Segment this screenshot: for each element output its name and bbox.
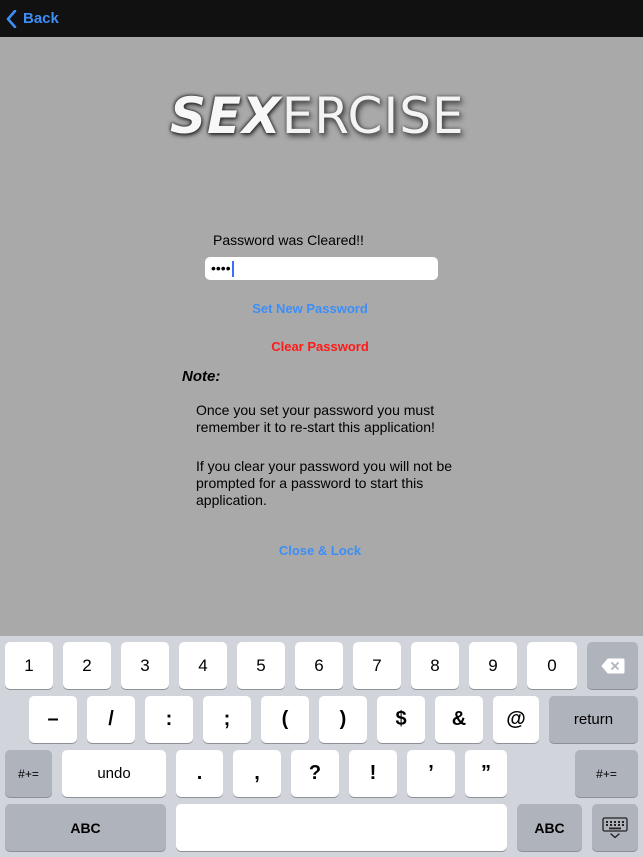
key-0[interactable]: 0	[527, 642, 577, 689]
key-semicolon[interactable]: ;	[203, 696, 251, 743]
return-key[interactable]: return	[549, 696, 638, 743]
key-at[interactable]: @	[493, 696, 539, 743]
hide-keyboard-key[interactable]	[592, 804, 638, 851]
password-input[interactable]: ••••	[205, 257, 438, 280]
note-paragraph-2: If you clear your password you will not …	[196, 458, 453, 508]
logo-bold-text: SEX	[170, 87, 282, 145]
set-new-password-button[interactable]: Set New Password	[240, 301, 380, 316]
note-paragraph-1: Once you set your password you must reme…	[196, 402, 435, 435]
backspace-key[interactable]	[587, 642, 638, 689]
on-screen-keyboard: 1 2 3 4 5 6 7 8 9 0 – / : ; ( ) $ & @ re…	[0, 636, 643, 857]
navigation-bar: Back	[0, 0, 643, 37]
key-period[interactable]: .	[176, 750, 223, 797]
more-symbols-key-right[interactable]: #+=	[575, 750, 638, 797]
key-1[interactable]: 1	[5, 642, 53, 689]
more-symbols-key-left[interactable]: #+=	[5, 750, 52, 797]
back-button[interactable]: Back	[6, 9, 59, 28]
key-6[interactable]: 6	[295, 642, 343, 689]
password-value: ••••	[211, 260, 231, 276]
key-2[interactable]: 2	[63, 642, 111, 689]
key-exclamation[interactable]: !	[349, 750, 397, 797]
close-and-lock-button[interactable]: Close & Lock	[250, 543, 390, 558]
key-slash[interactable]: /	[87, 696, 135, 743]
key-apostrophe[interactable]: ’	[407, 750, 455, 797]
abc-key-right[interactable]: ABC	[517, 804, 582, 851]
app-logo: SEX ERCISE	[170, 86, 490, 146]
space-bar[interactable]	[176, 804, 507, 851]
keyboard-hide-icon	[602, 816, 628, 838]
logo-light-text: ERCISE	[281, 87, 465, 145]
backspace-icon	[600, 658, 624, 673]
undo-key[interactable]: undo	[62, 750, 166, 797]
key-3[interactable]: 3	[121, 642, 169, 689]
key-open-paren[interactable]: (	[261, 696, 309, 743]
key-7[interactable]: 7	[353, 642, 401, 689]
key-4[interactable]: 4	[179, 642, 227, 689]
key-9[interactable]: 9	[469, 642, 517, 689]
key-quote[interactable]: ”	[465, 750, 507, 797]
abc-key-left[interactable]: ABC	[5, 804, 166, 851]
status-message: Password was Cleared!!	[213, 232, 364, 248]
key-dollar[interactable]: $	[377, 696, 425, 743]
note-heading: Note:	[182, 368, 221, 385]
back-label: Back	[23, 10, 59, 27]
key-close-paren[interactable]: )	[319, 696, 367, 743]
text-caret	[231, 260, 234, 277]
key-ampersand[interactable]: &	[435, 696, 483, 743]
clear-password-button[interactable]: Clear Password	[250, 339, 390, 354]
chevron-left-icon	[6, 9, 17, 28]
key-8[interactable]: 8	[411, 642, 459, 689]
key-comma[interactable]: ,	[233, 750, 281, 797]
key-dash[interactable]: –	[29, 696, 77, 743]
key-question[interactable]: ?	[291, 750, 339, 797]
key-colon[interactable]: :	[145, 696, 193, 743]
key-5[interactable]: 5	[237, 642, 285, 689]
